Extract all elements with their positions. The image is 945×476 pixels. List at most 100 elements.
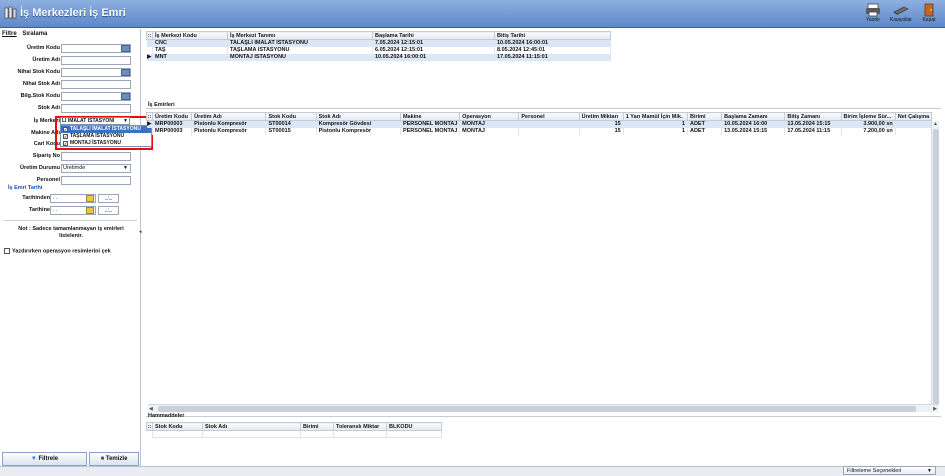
is-merkezi-dropdown-list: ✓ TALAŞLI İMALAT İSTASYONU ✓ TAŞLAMA İST… [60,125,152,147]
stok-adi-row: Stok Adı [0,104,141,114]
col-stok-kodu[interactable]: Stok Kodu [152,422,203,431]
personel-label: Personel [36,177,60,183]
col-stok-adi[interactable]: Stok Adı [202,422,301,431]
close-button[interactable]: Kapat [916,2,942,26]
checkbox-checked-icon[interactable]: ✓ [63,127,68,132]
tab-siralama[interactable]: Sıralama [22,31,47,37]
col-birim-isleme-suresi[interactable]: Birim İşleme Sür... [840,112,896,121]
checkbox-icon[interactable] [4,248,10,254]
shortcut-icon [893,6,909,15]
col-birimi[interactable]: Birimi [686,112,723,121]
col-bitis-tarihi[interactable]: Bitiş Tarihi [494,31,611,40]
col-baslama-tarihi[interactable]: Başlama Tarihi [372,31,495,40]
scroll-up-icon[interactable]: ▲ [933,121,938,127]
lookup-icon[interactable] [121,69,130,76]
checkbox-checked-icon[interactable]: ✓ [63,134,68,139]
lookup-icon[interactable] [121,45,130,52]
orders-horizontal-scrollbar[interactable]: ◀ ▶ [148,404,938,412]
table-row[interactable]: ▶ MRP00003 Pistonlu Kompresör ST00014 Ko… [146,120,933,128]
divider [146,108,941,109]
col-toleransli-miktar[interactable]: Toleranslı Miktar [333,422,387,431]
uretim-adi-label: Üretim Adı [32,57,60,63]
col-operasyon[interactable]: Operasyon [459,112,520,121]
col-net-calisma[interactable]: Net Çalışma [894,112,933,121]
col-yari-mamul[interactable]: 1 Yarı Mamül İçin Mik. [622,112,688,121]
col-is-merkezi-tanimi[interactable]: İş Merkezi Tanımı [227,31,373,40]
work-centers-grid: :: İş Merkezi Kodu İş Merkezi Tanımı Baş… [146,31,611,61]
table-row[interactable]: CNC TALAŞLI İMALAT İSTASYONU 7.05.2024 1… [146,39,611,47]
tarihinden-time-input[interactable]: _:_ [98,194,119,203]
shortcuts-button[interactable]: Kısayollar [888,2,914,26]
dropdown-item[interactable]: ✓ TAŞLAMA İSTASYONU [61,133,151,140]
scrollbar-thumb[interactable] [933,129,939,405]
cell: 1 [623,120,688,128]
nihai-stok-adi-row: Nihai Stok Adı [0,80,141,90]
grid-header-row: :: Üretim Kodu Üretim Adı Stok Kodu Stok… [145,112,933,121]
uretim-durumu-row: Üretim Durumu Üretimde ▼ [0,164,141,174]
cell: MONTAJ [459,127,520,135]
cell: Pistonlu Kompresör [191,120,267,128]
cell: PERSONEL MONTAJ [400,120,461,128]
lookup-icon[interactable] [121,93,130,100]
orders-vertical-scrollbar[interactable]: ▲ [931,121,939,406]
cell: MONTAJ İSTASYONU [227,53,373,61]
filter-button[interactable]: ▼ Filtrele [2,452,87,466]
col-blkodu[interactable]: BLKODU [386,422,442,431]
print-button[interactable]: Yazdır [860,2,886,26]
close-label: Kapat [922,17,936,23]
window-title: İş Merkezleri İş Emri [20,7,126,19]
scroll-left-icon[interactable]: ◀ [149,406,153,412]
nihai-stok-kodu-label: Nihai Stok Kodu [17,69,60,75]
print-ops-checkbox[interactable]: Yazdırırken operasyon resimlerini çek [4,248,111,254]
divider [4,220,137,221]
col-baslama-zamani[interactable]: Başlama Zamanı [721,112,786,121]
tarihine-time-input[interactable]: _:_ [98,206,119,215]
cell: 10.05.2024 16:00 [721,120,786,128]
col-uretim-kodu[interactable]: Üretim Kodu [152,112,193,121]
filter-button-label: Filtrele [38,456,59,462]
cell: 6.05.2024 12:15:01 [372,46,495,54]
checkbox-checked-icon[interactable]: ✓ [63,141,68,146]
cell: ADET [687,120,723,128]
personel-input[interactable] [61,176,131,185]
cell: 8.05.2024 12:45:01 [494,46,611,54]
printer-icon [866,3,880,17]
uretim-adi-input[interactable] [61,56,131,65]
col-uretim-miktari[interactable]: Üretim Miktarı [578,112,624,121]
nihai-stok-adi-input[interactable] [61,80,131,89]
scrollbar-thumb[interactable] [158,406,916,412]
chevron-down-icon: ▼ [927,468,932,474]
col-personel[interactable]: Personel [518,112,580,121]
uretim-durumu-select[interactable]: Üretimde ▼ [61,164,131,173]
stok-adi-input[interactable] [61,104,131,113]
tab-filtre[interactable]: Filtre [2,31,17,37]
col-makine[interactable]: Makine [399,112,461,121]
col-stok-kodu[interactable]: Stok Kodu [265,112,317,121]
uretim-kodu-label: Üretim Kodu [27,45,60,51]
calendar-icon[interactable] [86,207,94,214]
clear-button[interactable]: ■ Temizle [89,452,139,466]
dropdown-item[interactable]: ✓ MONTAJ İSTASYONU [61,140,151,147]
table-row[interactable]: TAŞ TAŞLAMA İSTASYONU 6.05.2024 12:15:01… [146,46,611,54]
table-row[interactable]: MRP00003 Pistonlu Kompresör ST00015 Pist… [146,127,933,135]
col-is-merkezi-kodu[interactable]: İş Merkezi Kodu [152,31,228,40]
dropdown-item[interactable]: ✓ TALAŞLI İMALAT İSTASYONU [61,126,151,133]
table-row[interactable]: ▶ MNT MONTAJ İSTASYONU 10.05.2024 16:00:… [146,53,611,61]
uretim-kodu-row: Üretim Kodu [0,44,141,54]
panel-splitter[interactable]: ◂ [139,229,142,269]
nihai-stok-adi-label: Nihai Stok Adı [22,81,60,87]
dropdown-item-label: MONTAJ İSTASYONU [70,140,121,146]
chevron-down-icon: ▼ [123,165,128,171]
col-uretim-adi[interactable]: Üretim Adı [191,112,267,121]
col-bitis-zamani[interactable]: Bitiş Zamanı [784,112,842,121]
is-merkezi-combo[interactable]: LI İMALAT İSTASYONI ▼ [60,117,130,125]
siparis-no-input[interactable] [61,152,131,161]
col-stok-adi[interactable]: Stok Adı [315,112,401,121]
filter-settings-dropdown[interactable]: Filtreleme Seçenekleri ▼ [843,466,936,475]
col-birimi[interactable]: Birimi [300,422,334,431]
calendar-icon[interactable] [86,195,94,202]
scroll-right-icon[interactable]: ▶ [933,406,937,412]
funnel-icon: ▼ [30,456,37,462]
cell: MRP00003 [152,127,193,135]
clear-button-label: Temizle [105,456,128,462]
